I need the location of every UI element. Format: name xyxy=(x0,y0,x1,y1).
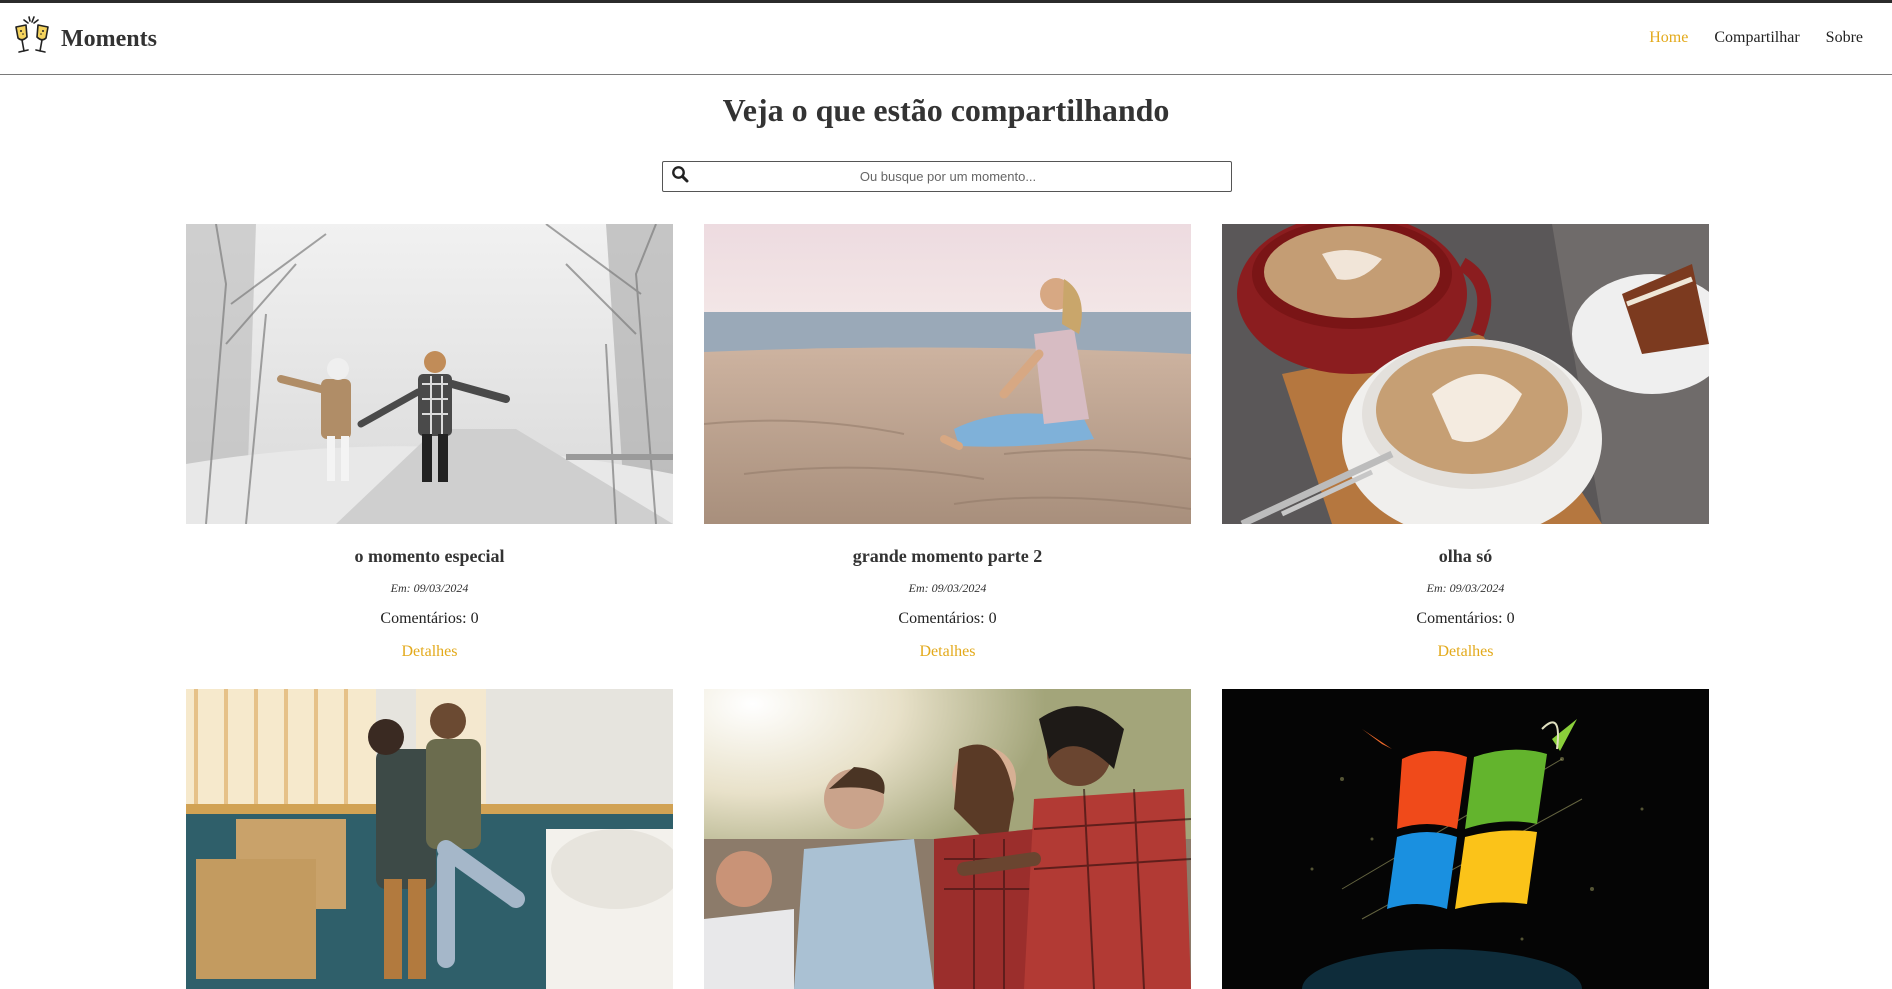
champagne-glasses-icon xyxy=(12,15,52,64)
moment-comments: Comentários: 0 xyxy=(380,610,479,627)
nav-share-link[interactable]: Compartilhar xyxy=(1714,29,1799,47)
moment-image-friends[interactable] xyxy=(704,689,1191,989)
moment-title: o momento especial xyxy=(354,546,505,566)
brand-name: Moments xyxy=(61,25,157,52)
moment-card: grande momento parte 2 Em: 09/03/2024 Co… xyxy=(704,224,1191,661)
moment-date: Em: 09/03/2024 xyxy=(390,581,469,595)
moment-image-couple-snow[interactable] xyxy=(186,224,673,524)
search-icon xyxy=(663,165,689,188)
moment-comments: Comentários: 0 xyxy=(1416,610,1515,627)
page-title: Veja o que estão compartilhando xyxy=(722,92,1170,128)
brand[interactable]: Moments xyxy=(12,15,157,64)
moment-card xyxy=(704,689,1191,989)
moment-date: Em: 09/03/2024 xyxy=(908,581,987,595)
moment-image-woman-beach[interactable] xyxy=(704,224,1191,524)
main-nav: Home Compartilhar Sobre xyxy=(1649,29,1863,47)
moment-card: o momento especial Em: 09/03/2024 Coment… xyxy=(186,224,673,661)
moment-title: olha só xyxy=(1438,546,1493,566)
moment-image-couple-hug[interactable] xyxy=(186,689,673,989)
moment-title: grande momento parte 2 xyxy=(852,546,1043,566)
details-link[interactable]: Detalhes xyxy=(402,643,458,661)
moment-card: olha só Em: 09/03/2024 Comentários: 0 De… xyxy=(1222,224,1709,661)
search-box xyxy=(662,161,1232,192)
details-link[interactable]: Detalhes xyxy=(920,643,976,661)
moment-card xyxy=(186,689,673,989)
site-header: Moments Home Compartilhar Sobre xyxy=(0,3,1892,75)
moment-image-windows-logo[interactable] xyxy=(1222,689,1709,989)
moment-date: Em: 09/03/2024 xyxy=(1426,581,1505,595)
details-link[interactable]: Detalhes xyxy=(1438,643,1494,661)
moment-card xyxy=(1222,689,1709,989)
nav-home-link[interactable]: Home xyxy=(1649,29,1688,47)
moment-comments: Comentários: 0 xyxy=(898,610,997,627)
moment-image-coffee[interactable] xyxy=(1222,224,1709,524)
moments-grid: o momento especial Em: 09/03/2024 Coment… xyxy=(186,224,1710,989)
search-input[interactable] xyxy=(689,162,1231,191)
nav-about-link[interactable]: Sobre xyxy=(1826,29,1863,47)
